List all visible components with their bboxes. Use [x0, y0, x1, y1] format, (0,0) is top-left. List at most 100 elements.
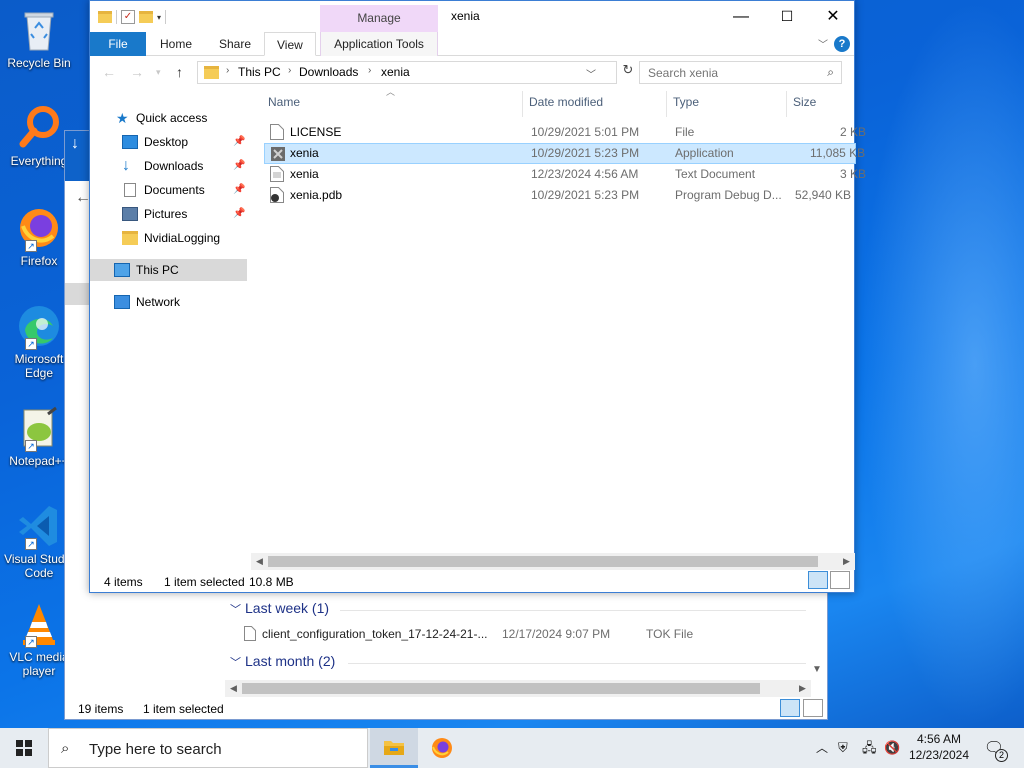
large-icons-view-button[interactable] — [803, 699, 823, 717]
scroll-down-arrow-icon[interactable]: ▼ — [812, 664, 822, 675]
breadcrumb-separator-icon[interactable]: › — [288, 65, 291, 76]
table-row[interactable]: xenia.pdb 10/29/2021 5:23 PM Program Deb… — [264, 185, 856, 206]
nav-item-documents[interactable]: Documents 📌 — [90, 179, 247, 201]
forward-arrow-icon[interactable]: → — [130, 64, 144, 80]
desktop-icon-label: Recycle Bin — [7, 56, 71, 70]
table-row[interactable]: xenia 10/29/2021 5:23 PM Application 11,… — [264, 143, 865, 164]
up-arrow-icon[interactable]: ↑ — [176, 64, 183, 80]
taskbar-firefox[interactable] — [418, 728, 466, 768]
pictures-icon — [122, 207, 138, 221]
search-input[interactable] — [648, 65, 818, 81]
ribbon-tabs: File Home Share View Application Tools ﹀… — [90, 32, 854, 56]
breadcrumb-xenia[interactable]: xenia — [381, 65, 410, 79]
column-divider[interactable] — [666, 91, 667, 117]
details-view-button[interactable] — [808, 571, 828, 589]
properties-icon[interactable]: ✓ — [121, 10, 135, 24]
scroll-left-arrow-icon[interactable]: ◀ — [251, 553, 268, 570]
refresh-icon[interactable]: ↻ — [620, 62, 636, 80]
customize-toolbar-chevron-icon[interactable]: ▾ — [157, 13, 161, 22]
nav-item-nvidialogging[interactable]: NvidiaLogging — [90, 227, 247, 249]
nav-item-downloads[interactable]: ↓ Downloads 📌 — [90, 155, 247, 177]
pin-icon[interactable]: 📌 — [233, 155, 245, 177]
title-bar: ✓ ▾ Manage xenia — ☐ ✕ — [90, 1, 854, 32]
scroll-right-arrow-icon[interactable]: ▶ — [838, 553, 855, 570]
breadcrumb-downloads[interactable]: Downloads — [299, 65, 358, 79]
maximize-button[interactable]: ☐ — [764, 1, 810, 32]
file-explorer-window[interactable]: ✓ ▾ Manage xenia — ☐ ✕ File Home Share V… — [89, 0, 866, 593]
scrollbar-thumb[interactable] — [268, 556, 818, 567]
volume-muted-icon[interactable]: 🔇 — [884, 728, 900, 768]
nav-item-pictures[interactable]: Pictures 📌 — [90, 203, 247, 225]
manage-contextual-tab[interactable]: Manage — [320, 5, 438, 32]
nav-item-desktop[interactable]: Desktop 📌 — [90, 131, 247, 153]
breadcrumb-separator-icon[interactable]: › — [226, 65, 229, 76]
tab-file[interactable]: File — [90, 32, 146, 56]
column-header-size[interactable]: Size — [793, 95, 816, 109]
network-icon[interactable]: 🖧 — [862, 728, 877, 768]
notification-center-icon[interactable]: 🗨 2 — [980, 738, 1008, 762]
pin-icon[interactable]: 📌 — [233, 179, 245, 201]
breadcrumb-this-pc[interactable]: This PC — [238, 65, 281, 79]
scrollbar-thumb[interactable] — [242, 683, 760, 694]
chevron-down-icon: ﹀ — [230, 604, 241, 616]
tab-application-tools[interactable]: Application Tools — [320, 32, 438, 56]
tab-view[interactable]: View — [264, 32, 316, 56]
column-divider[interactable] — [522, 91, 523, 117]
column-header-name[interactable]: Name — [268, 95, 300, 109]
file-type: Application — [675, 146, 734, 160]
back-arrow-icon[interactable]: ← — [102, 64, 116, 80]
list-item[interactable]: client_configuration_token_17-12-24-21-.… — [240, 624, 810, 644]
desktop-icon-recycle-bin[interactable]: Recycle Bin — [4, 6, 74, 70]
show-hidden-icons-chevron-icon[interactable]: ︿ — [816, 728, 828, 768]
down-arrow-icon: ↓ — [71, 135, 79, 152]
taskbar-search-box[interactable]: ⌕ Type here to search — [48, 728, 368, 768]
shortcut-arrow-icon: ↗ — [25, 440, 37, 452]
pin-icon[interactable]: 📌 — [233, 131, 245, 153]
address-history-chevron-icon[interactable]: ﹀ — [586, 66, 596, 81]
nav-item-quick-access[interactable]: ★ Quick access — [90, 107, 247, 129]
folder-icon[interactable] — [98, 11, 112, 23]
address-bar[interactable]: › This PC › Downloads › xenia ﹀ — [197, 61, 617, 84]
column-divider[interactable] — [786, 91, 787, 117]
tab-share[interactable]: Share — [207, 32, 263, 56]
folder-icon — [204, 66, 219, 79]
expand-ribbon-chevron-icon[interactable]: ﹀ — [818, 36, 828, 51]
firefox-icon: ↗ — [15, 204, 63, 252]
scroll-right-arrow-icon[interactable]: ▶ — [794, 680, 811, 697]
shortcut-arrow-icon: ↗ — [25, 538, 37, 550]
toolbar-separator — [116, 10, 117, 24]
taskbar-file-explorer[interactable] — [370, 728, 418, 768]
start-button[interactable] — [0, 728, 48, 768]
close-button[interactable]: ✕ — [810, 1, 856, 32]
security-shield-icon[interactable]: ⛨ — [838, 728, 848, 768]
pin-icon[interactable]: 📌 — [233, 203, 245, 225]
help-icon[interactable]: ? — [834, 36, 850, 52]
chevron-down-icon: ﹀ — [230, 657, 241, 669]
clock-time: 4:56 AM — [916, 732, 962, 746]
horizontal-scrollbar[interactable]: ◀ ▶ — [251, 553, 855, 570]
nav-item-this-pc[interactable]: This PC — [90, 259, 247, 281]
table-row[interactable]: LICENSE 10/29/2021 5:01 PM File 2 KB — [264, 122, 866, 143]
application-icon — [271, 147, 285, 161]
back-horizontal-scrollbar[interactable]: ◀ ▶ — [225, 680, 811, 697]
new-folder-icon[interactable] — [139, 11, 153, 23]
search-box[interactable]: ⌕ — [639, 61, 842, 84]
large-icons-view-button[interactable] — [830, 571, 850, 589]
search-icon[interactable]: ⌕ — [827, 65, 834, 80]
group-header-last-week[interactable]: ﹀ Last week (1) — [230, 600, 329, 617]
breadcrumb-separator-icon[interactable]: › — [368, 65, 371, 76]
group-header-last-month[interactable]: ﹀ Last month (2) — [230, 653, 335, 670]
column-header-date[interactable]: Date modified — [529, 95, 603, 109]
table-row[interactable]: xenia 12/23/2024 4:56 AM Text Document 3… — [264, 164, 866, 185]
system-clock[interactable]: 4:56 AM 12/23/2024 — [904, 731, 974, 763]
tab-home[interactable]: Home — [148, 32, 204, 56]
scroll-left-arrow-icon[interactable]: ◀ — [225, 680, 242, 697]
everything-search-icon — [15, 104, 63, 152]
nav-item-network[interactable]: Network — [90, 291, 247, 313]
desktop-icon — [122, 135, 138, 149]
recent-locations-chevron-icon[interactable]: ▾ — [156, 67, 161, 78]
details-view-button[interactable] — [780, 699, 800, 717]
minimize-button[interactable]: — — [718, 1, 764, 32]
taskbar-search-placeholder: Type here to search — [89, 741, 222, 758]
column-header-type[interactable]: Type — [673, 95, 699, 109]
